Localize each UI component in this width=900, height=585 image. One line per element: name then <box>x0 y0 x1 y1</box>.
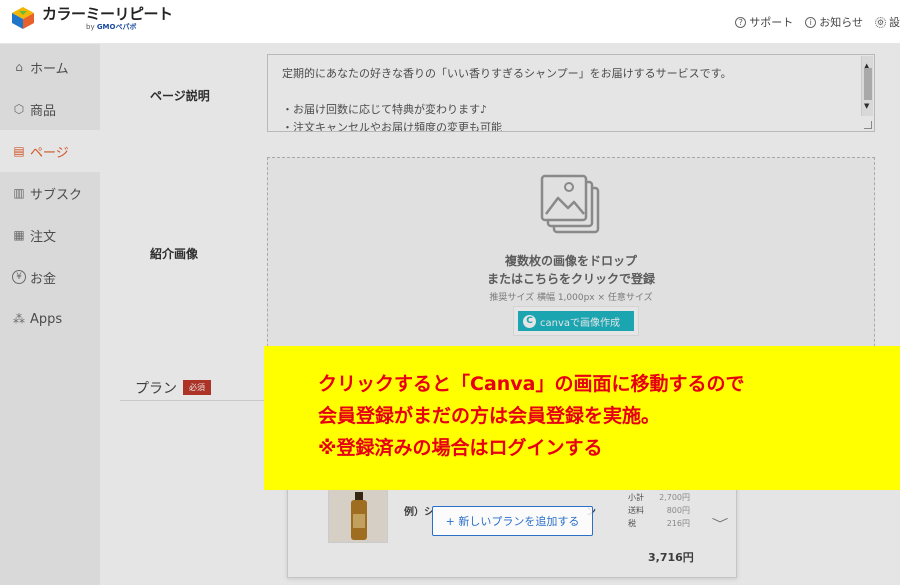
description-line <box>282 83 860 101</box>
sidebar-item-label: ページ <box>30 145 69 161</box>
sidebar-item-label: 商品 <box>30 103 57 119</box>
page-description-label: ページ説明 <box>150 89 210 103</box>
header-nav: ? サポート i お知らせ ⚙ 設 <box>723 14 900 30</box>
info-icon: i <box>805 16 817 28</box>
sidebar: ⌂ ホーム ⬡ 商品 ▤ ページ ▥ サブスク ▦ 注文 ¥ お金 ⁂ Apps <box>0 44 100 585</box>
sidebar-item-page[interactable]: ▤ ページ <box>0 130 100 172</box>
box-icon: ⬡ <box>13 102 25 116</box>
canva-logo-icon: C <box>523 314 536 328</box>
nav-news[interactable]: i お知らせ <box>805 14 863 30</box>
product-image <box>328 489 388 543</box>
nav-settings[interactable]: ⚙ 設 <box>875 14 900 30</box>
sidebar-item-label: ホーム <box>30 61 69 77</box>
annotation-callout: クリックすると「Canva」の画面に移動するので 会員登録がまだの方は会員登録を… <box>264 346 900 490</box>
description-line: ・注文キャンセルやお届け頻度の変更も可能 <box>282 121 502 132</box>
chevron-down-icon[interactable]: ﹀ <box>712 515 729 532</box>
image-stack-icon <box>540 174 600 234</box>
callout-line: クリックすると「Canva」の画面に移動するので <box>318 373 745 395</box>
canva-create-button[interactable]: C canvaで画像作成 <box>513 306 639 336</box>
resize-handle-icon[interactable] <box>864 121 872 129</box>
price-breakdown: 小計 2,700円 送料 800円 税 216円 <box>628 491 690 530</box>
intro-image-label: 紹介画像 <box>150 247 199 261</box>
tax-value: 216円 <box>666 519 690 528</box>
required-badge: 必須 <box>183 380 211 395</box>
canva-button-label: canvaで画像作成 <box>540 317 621 329</box>
brand-logo[interactable]: カラーミーリピート by GMOペパボ <box>10 5 173 31</box>
app-header: カラーミーリピート by GMOペパボ ? サポート i お知らせ ⚙ 設 <box>0 0 900 44</box>
plan-total: 3,716円 <box>648 551 694 564</box>
tax-label: 税 <box>628 519 636 528</box>
gear-icon: ⚙ <box>875 16 886 28</box>
textarea-scrollbar[interactable]: ▲ ▼ <box>861 56 873 116</box>
chart-icon: ▥ <box>13 186 25 200</box>
sidebar-item-label: お金 <box>30 271 57 287</box>
logo-mark-icon <box>12 7 34 29</box>
callout-line: 会員登録がまだの方は会員登録を実施。 <box>318 405 661 427</box>
yen-icon: ¥ <box>12 270 26 284</box>
home-icon: ⌂ <box>15 60 23 74</box>
sidebar-item-products[interactable]: ⬡ 商品 <box>0 88 100 130</box>
plan-section-label: プラン <box>135 381 177 397</box>
nav-support-label: サポート <box>749 16 794 29</box>
sidebar-item-money[interactable]: ¥ お金 <box>0 256 100 298</box>
callout-line: ※登録済みの場合はログインする <box>318 437 603 459</box>
image-dropzone[interactable]: 複数枚の画像をドロップ またはこちらをクリックで登録 推奨サイズ 横幅 1,00… <box>267 157 875 367</box>
shipping-value: 800円 <box>666 506 690 515</box>
sidebar-item-label: 注文 <box>30 229 57 245</box>
help-icon: ? <box>735 16 747 28</box>
sidebar-item-orders[interactable]: ▦ 注文 <box>0 214 100 256</box>
nav-news-label: お知らせ <box>819 16 863 29</box>
dropzone-subtitle: またはこちらをクリックで登録 <box>486 272 655 286</box>
sidebar-item-home[interactable]: ⌂ ホーム <box>0 46 100 88</box>
sidebar-item-label: サブスク <box>30 187 83 203</box>
nav-support[interactable]: ? サポート <box>735 14 793 30</box>
apps-icon: ⁂ <box>13 312 25 326</box>
sidebar-item-label: Apps <box>30 311 63 327</box>
page-icon: ▤ <box>13 144 25 158</box>
description-line: 定期的にあなたの好きな香りの「いい香りすぎるシャンプー」をお届けするサービスです… <box>282 67 732 80</box>
shipping-label: 送料 <box>628 506 644 515</box>
dropzone-title: 複数枚の画像をドロップ <box>504 254 637 268</box>
shampoo-bottle-icon <box>351 492 367 540</box>
subtotal-label: 小計 <box>628 493 644 502</box>
sidebar-item-subscription[interactable]: ▥ サブスク <box>0 172 100 214</box>
brand-name: カラーミーリピート <box>42 5 173 23</box>
add-plan-button[interactable]: + 新しいプランを追加する <box>432 506 593 536</box>
page-description-textarea[interactable]: 定期的にあなたの好きな香りの「いい香りすぎるシャンプー」をお届けするサービスです… <box>267 54 875 132</box>
sidebar-item-apps[interactable]: ⁂ Apps <box>0 298 100 340</box>
subtotal-value: 2,700円 <box>659 493 690 502</box>
document-icon: ▦ <box>13 228 25 242</box>
brand-sub: by GMOペパボ <box>86 23 137 31</box>
nav-settings-label: 設 <box>889 16 900 29</box>
scroll-thumb[interactable] <box>864 68 872 100</box>
description-line: ・お届け回数に応じて特典が変わります♪ <box>282 103 488 116</box>
scroll-down-icon[interactable]: ▼ <box>864 97 869 115</box>
dropzone-hint: 推奨サイズ 横幅 1,000px × 任意サイズ <box>489 293 653 303</box>
